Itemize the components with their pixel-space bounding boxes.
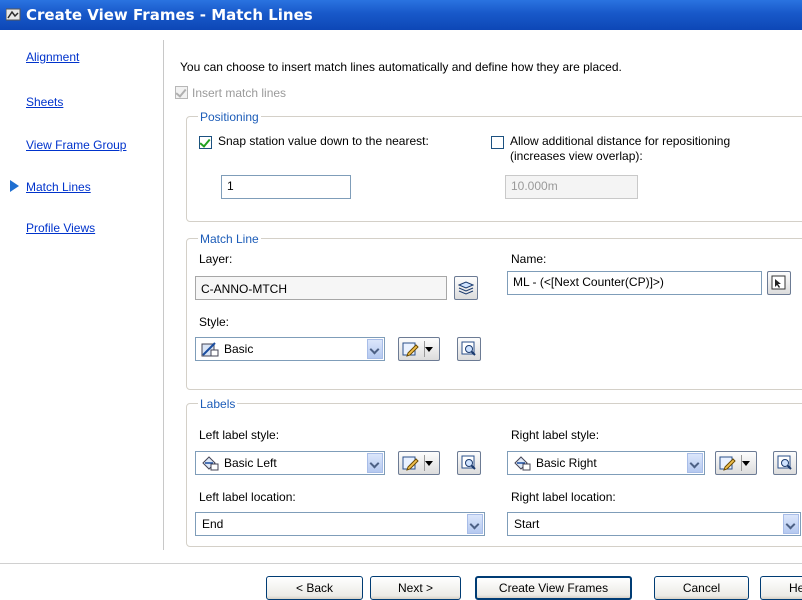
right-label-style-edit-split-button[interactable] <box>715 451 757 475</box>
name-template-button[interactable] <box>767 271 791 295</box>
style-preview-button[interactable] <box>457 337 481 361</box>
label-style-icon <box>514 456 531 471</box>
left-label-location-label: Left label location: <box>199 490 296 504</box>
snap-station-checkbox[interactable] <box>199 136 212 149</box>
insert-match-lines-checkbox[interactable] <box>175 86 188 99</box>
nav-item-profile-views[interactable]: Profile Views <box>26 221 95 235</box>
footer-divider <box>0 563 802 564</box>
style-dropdown[interactable]: Basic <box>195 337 385 361</box>
right-label-location-label: Right label location: <box>511 490 616 504</box>
cancel-button[interactable]: Cancel <box>654 576 749 600</box>
checkmark-icon <box>175 86 187 98</box>
layers-icon <box>458 281 474 295</box>
left-label-style-label: Left label style: <box>199 428 280 442</box>
labels-legend: Labels <box>198 397 238 411</box>
title-bar[interactable]: Create View Frames - Match Lines <box>0 0 802 30</box>
right-label-style-dropdown[interactable]: Basic Right <box>507 451 705 475</box>
style-value: Basic <box>224 342 254 356</box>
right-label-location-value: Start <box>514 517 540 531</box>
nav-item-alignment[interactable]: Alignment <box>26 50 79 64</box>
snap-station-input[interactable]: 1 <box>221 175 351 199</box>
name-input[interactable]: ML - (<[Next Counter(CP)]>) <box>507 271 762 295</box>
allow-distance-input[interactable]: 10.000m <box>505 175 638 199</box>
chevron-down-icon <box>687 453 703 473</box>
next-button[interactable]: Next > <box>370 576 461 600</box>
layer-select-button[interactable] <box>454 276 478 300</box>
nav-divider <box>163 40 164 550</box>
chevron-down-icon <box>367 339 383 359</box>
wizard-nav: Alignment Sheets View Frame Group Match … <box>0 30 160 597</box>
positioning-group <box>186 116 802 222</box>
match-line-group <box>186 238 802 390</box>
dropdown-arrow-icon <box>742 461 750 466</box>
window-title: Create View Frames - Match Lines <box>26 6 313 24</box>
allow-distance-label-line2: (increases view overlap): <box>510 149 643 163</box>
preview-magnifier-icon <box>777 455 792 470</box>
left-label-style-edit-split-button[interactable] <box>398 451 440 475</box>
right-label-style-label: Right label style: <box>511 428 600 442</box>
chevron-down-icon <box>367 453 383 473</box>
edit-style-icon <box>402 456 419 471</box>
preview-magnifier-icon <box>461 341 476 356</box>
left-label-style-dropdown[interactable]: Basic Left <box>195 451 385 475</box>
nav-item-view-frame-group[interactable]: View Frame Group <box>26 138 126 152</box>
layer-field: C-ANNO-MTCH <box>195 276 447 300</box>
positioning-legend: Positioning <box>198 110 261 124</box>
chevron-down-icon <box>467 514 483 534</box>
style-edit-split-button[interactable] <box>398 337 440 361</box>
edit-style-icon <box>719 456 736 471</box>
allow-distance-label-line1: Allow additional distance for reposition… <box>510 134 731 148</box>
allow-distance-checkbox[interactable] <box>491 136 504 149</box>
create-view-frames-button[interactable]: Create View Frames <box>475 576 632 600</box>
style-label: Style: <box>199 315 230 329</box>
back-button[interactable]: < Back <box>266 576 363 600</box>
checkmark-icon <box>199 136 211 148</box>
left-label-style-value: Basic Left <box>224 456 277 470</box>
nav-item-match-lines[interactable]: Match Lines <box>26 180 91 194</box>
name-template-icon <box>771 275 786 290</box>
nav-item-sheets[interactable]: Sheets <box>26 95 63 109</box>
preview-magnifier-icon <box>461 455 476 470</box>
left-label-location-dropdown[interactable]: End <box>195 512 485 536</box>
match-line-legend: Match Line <box>198 232 261 246</box>
right-label-style-value: Basic Right <box>536 456 597 470</box>
style-icon <box>201 342 219 357</box>
right-label-location-dropdown[interactable]: Start <box>507 512 801 536</box>
left-label-location-value: End <box>202 517 224 531</box>
edit-style-icon <box>402 342 419 357</box>
current-page-arrow-icon <box>10 180 19 192</box>
layer-label: Layer: <box>199 252 233 266</box>
label-style-icon <box>202 456 219 471</box>
snap-station-label: Snap station value down to the nearest: <box>218 134 429 148</box>
app-icon <box>6 8 21 21</box>
dropdown-arrow-icon <box>425 461 433 466</box>
dropdown-arrow-icon <box>425 347 433 352</box>
chevron-down-icon <box>783 514 799 534</box>
insert-match-lines-label: Insert match lines <box>192 86 287 100</box>
right-label-style-preview-button[interactable] <box>773 451 797 475</box>
help-button[interactable]: Help <box>760 576 802 600</box>
left-label-style-preview-button[interactable] <box>457 451 481 475</box>
name-label: Name: <box>511 252 547 266</box>
intro-text: You can choose to insert match lines aut… <box>180 60 622 74</box>
